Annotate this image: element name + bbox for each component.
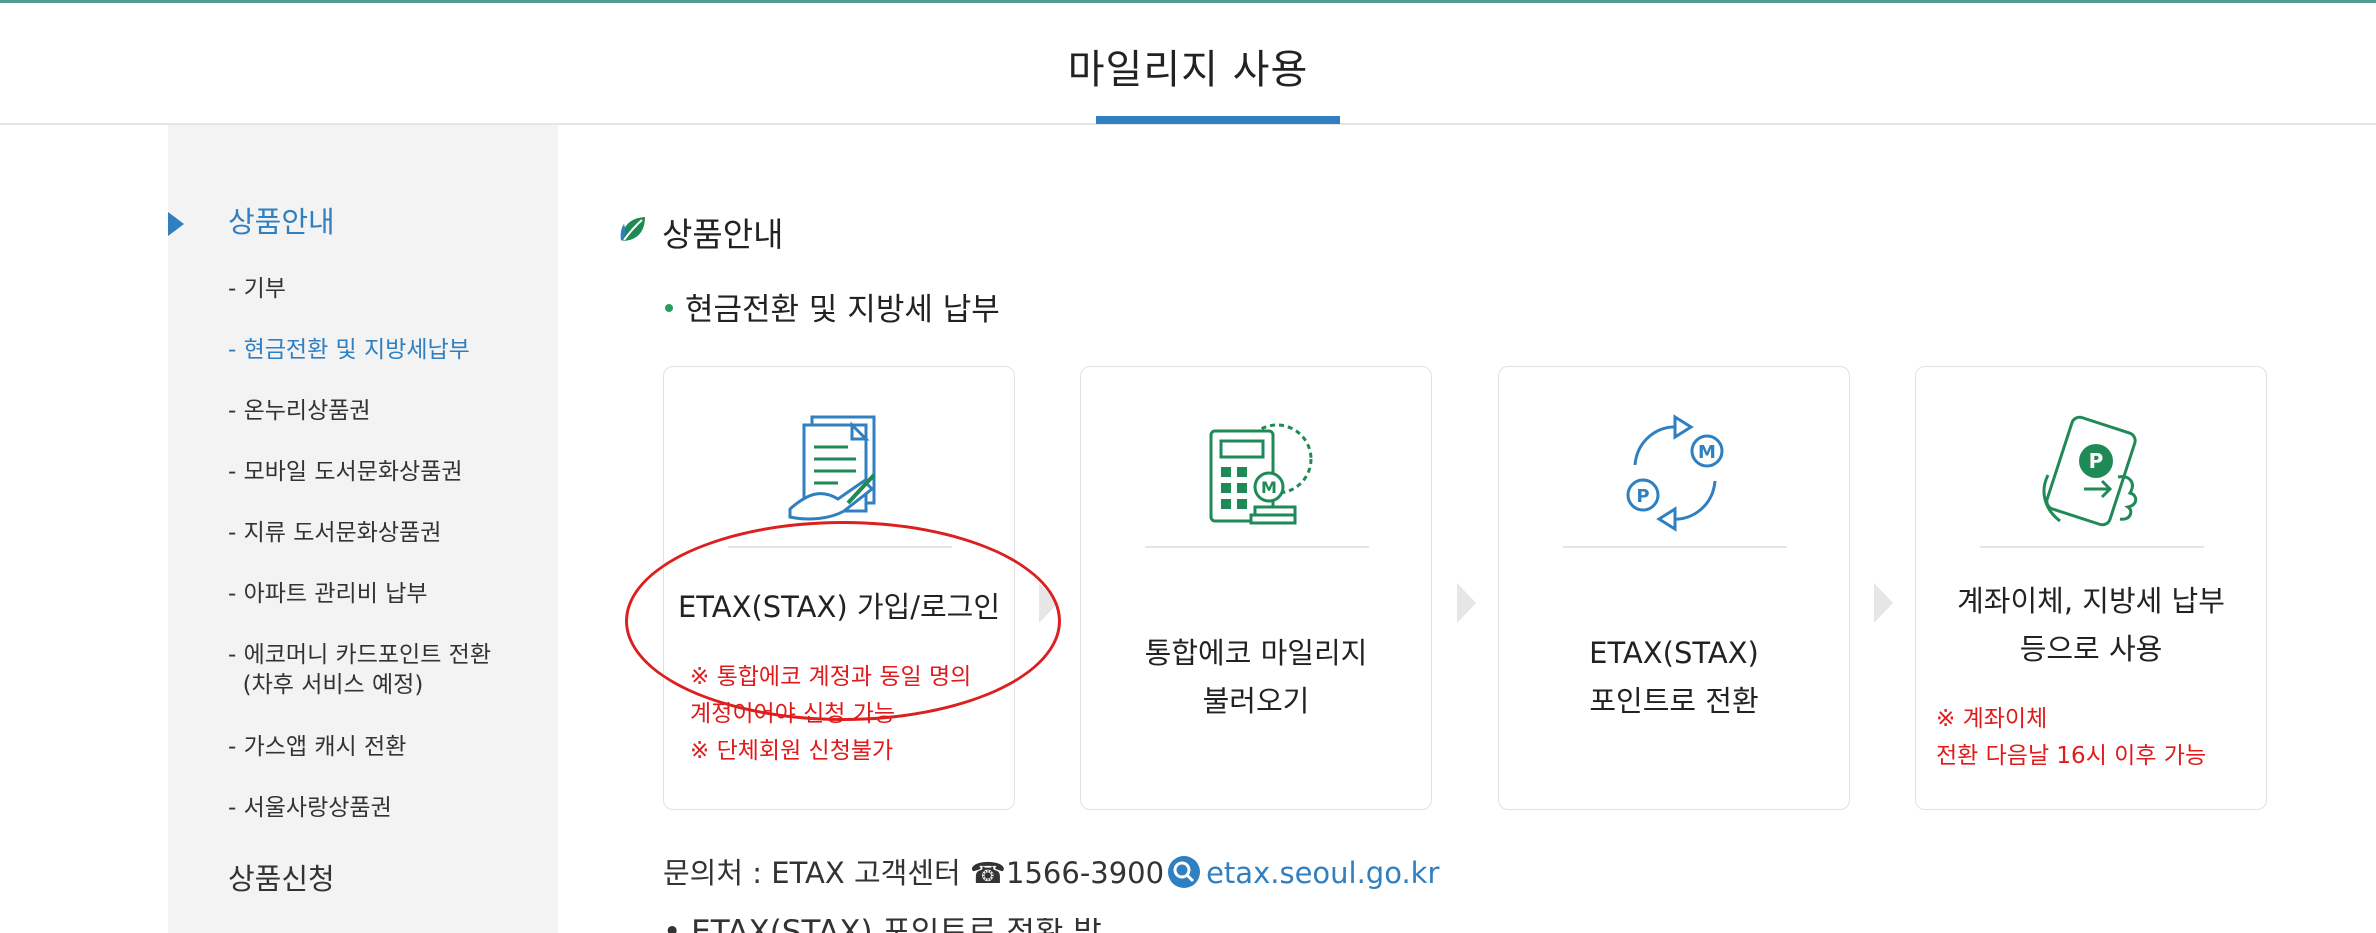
card-title: 계좌이체, 지방세 납부 등으로 사용 xyxy=(1957,584,2225,666)
sidebar-item-product-apply[interactable]: 상품신청 xyxy=(228,856,335,898)
point-exchange-icon: P M xyxy=(1626,414,1724,532)
sidebar-active-arrow-icon xyxy=(168,212,184,236)
sidebar-item-donation[interactable]: - 기부 xyxy=(228,274,286,304)
contact-label: 문의처 : ETAX 고객센터 ☎1566-3900 xyxy=(663,856,1165,890)
card-note: ※ 계좌이체 전환 다음날 16시 이후 가능 xyxy=(1936,706,2207,769)
sidebar-item-gasapp[interactable]: - 가스앱 캐시 전환 xyxy=(228,732,406,762)
active-tab-underline xyxy=(1096,116,1340,124)
card-divider xyxy=(1145,546,1369,548)
sidebar-item-mobile-book[interactable]: - 모바일 도서문화상품권 xyxy=(228,457,463,487)
card-title: 통합에코 마일리지 불러오기 xyxy=(1144,636,1368,718)
svg-text:P: P xyxy=(2089,449,2104,473)
subsection-title-text: 현금전환 및 지방세 납부 xyxy=(685,292,1000,328)
phone-point-icon: P xyxy=(2042,415,2138,527)
sidebar-item-cash-tax[interactable]: - 현금전환 및 지방세납부 xyxy=(228,335,470,365)
sidebar-item-apartment[interactable]: - 아파트 관리비 납부 xyxy=(228,579,428,609)
card-divider xyxy=(1980,546,2204,548)
svg-text:P: P xyxy=(1636,486,1649,507)
step-card-use-points: P 계좌이체, 지방세 납부 등으로 사용 ※ 계좌이체 전환 다음날 16시 … xyxy=(1915,366,2267,810)
page-title: 마일리지 사용 xyxy=(1067,47,1309,93)
card-divider xyxy=(1563,546,1787,548)
card-title: ETAX(STAX) 포인트로 전환 xyxy=(1589,636,1759,718)
svg-text:M: M xyxy=(1698,442,1716,463)
sidebar-item-paper-book[interactable]: - 지류 도서문화상품권 xyxy=(228,518,441,548)
step-arrow-icon xyxy=(1874,583,1893,623)
document-sign-icon xyxy=(788,415,876,521)
subsection-title: 현금전환 및 지방세 납부 xyxy=(665,284,1000,329)
sidebar-item-seoul-love[interactable]: - 서울사랑상품권 xyxy=(228,793,392,823)
calculator-mileage-icon: M xyxy=(1209,423,1313,525)
page-header: 마일리지 사용 xyxy=(0,3,2376,125)
step-arrow-icon xyxy=(1457,583,1476,623)
leaf-icon xyxy=(620,217,645,241)
step-card-convert-points: P M ETAX(STAX) 포인트로 전환 xyxy=(1498,366,1850,810)
bullet-dot xyxy=(665,303,673,312)
etax-website-link[interactable]: etax.seoul.go.kr xyxy=(1206,856,1439,890)
section-title: 상품안내 xyxy=(662,215,784,254)
highlight-ellipse xyxy=(625,521,1061,721)
contact-info: 문의처 : ETAX 고객센터 ☎1566-3900 etax.seoul.go.… xyxy=(663,850,1439,892)
sidebar-item-ecomoney[interactable]: - 에코머니 카드포인트 전환 (차후 서비스 예정) xyxy=(228,640,491,700)
search-icon xyxy=(1168,856,1201,888)
step-card-load-mileage: M 통합에코 마일리지 불러오기 xyxy=(1080,366,1432,810)
next-section-title-partial: • ETAX(STAX) 포인트로 전환 방법 xyxy=(663,918,1103,933)
sidebar-item-product-info[interactable]: 상품안내 xyxy=(228,199,335,241)
sidebar-item-onnuri[interactable]: - 온누리상품권 xyxy=(228,396,371,426)
next-section-title-text: • ETAX(STAX) 포인트로 전환 방법 xyxy=(663,918,1103,933)
svg-text:M: M xyxy=(1261,478,1277,497)
